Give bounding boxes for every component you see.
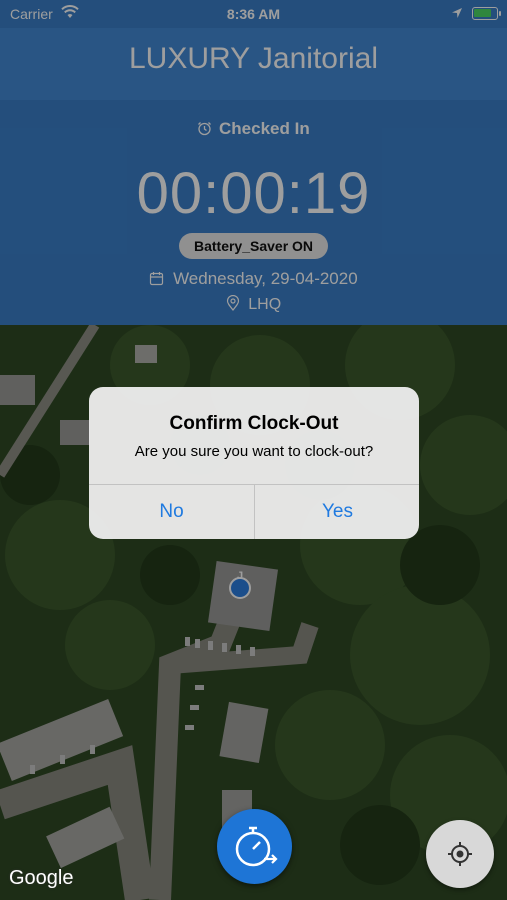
dialog-title: Confirm Clock-Out xyxy=(169,413,339,434)
google-attribution: Google xyxy=(9,867,74,889)
yes-button[interactable]: Yes xyxy=(255,485,419,539)
confirm-clock-out-dialog: Confirm Clock-Out Are you sure you want … xyxy=(89,387,419,539)
my-location-button[interactable] xyxy=(426,820,494,888)
clock-out-button[interactable] xyxy=(217,809,292,884)
stopwatch-clock-out-icon xyxy=(235,826,278,867)
my-location-icon xyxy=(448,842,472,866)
no-button[interactable]: No xyxy=(89,485,254,539)
dialog-message: Are you sure you want to clock-out? xyxy=(134,443,374,460)
